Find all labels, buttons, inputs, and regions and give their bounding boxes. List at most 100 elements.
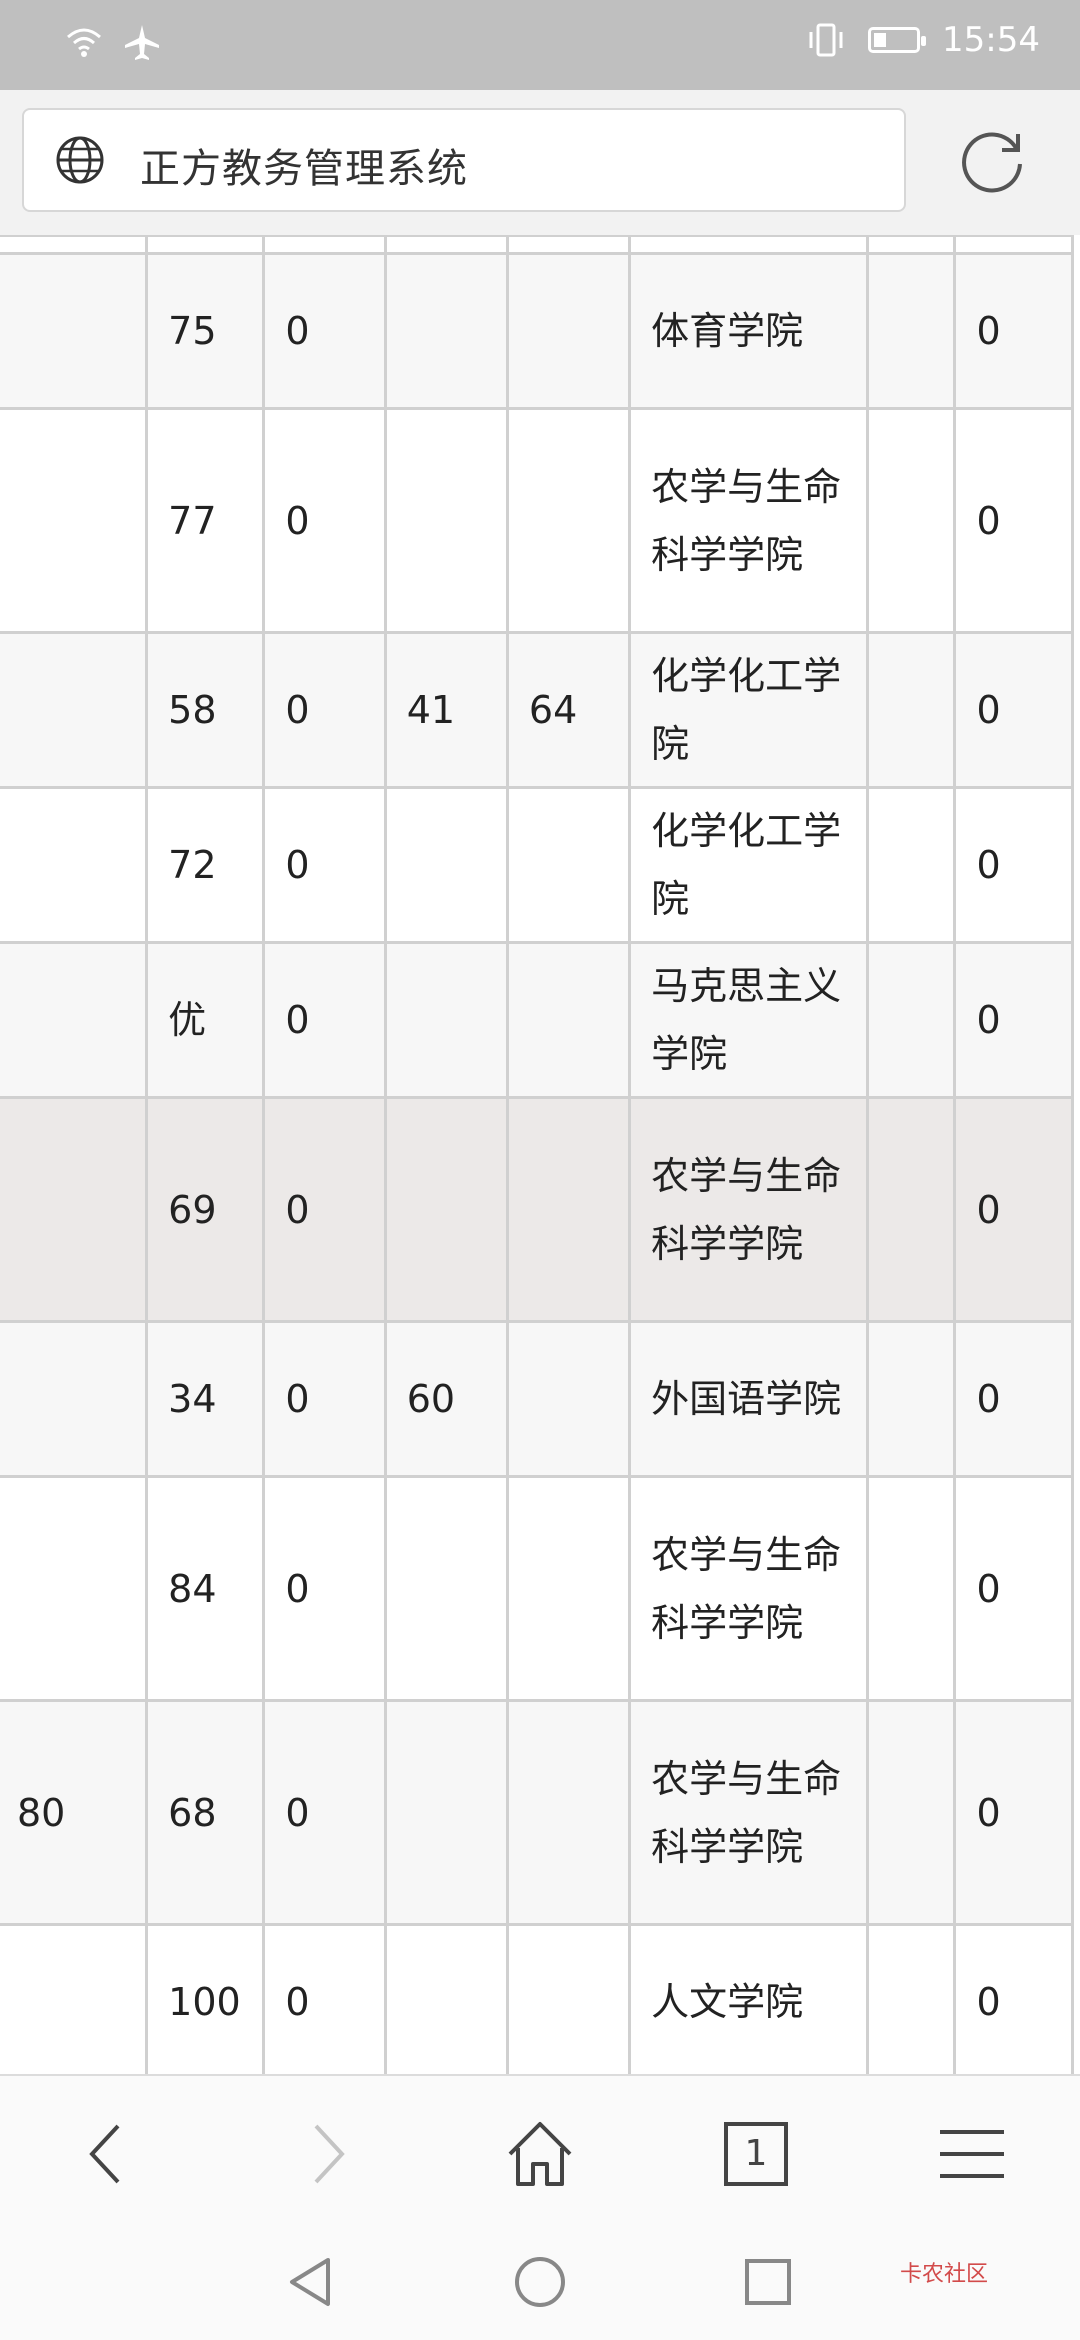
table-cell xyxy=(0,1475,149,1702)
table-cell xyxy=(505,1320,632,1478)
airplane-icon xyxy=(125,25,159,60)
score-cell: 77 xyxy=(145,407,266,634)
battery-icon xyxy=(868,27,927,53)
table-cell xyxy=(953,235,1074,255)
table-cell: 64 xyxy=(505,631,632,789)
college-cell: 农学与生命科学学院 xyxy=(628,1096,869,1323)
table-cell: 0 xyxy=(262,1096,387,1323)
table-row: 100 0 人文学院 0 xyxy=(0,1923,1074,2075)
table-cell xyxy=(628,235,869,255)
score-cell: 58 xyxy=(145,631,266,789)
table-cell xyxy=(383,1475,509,1702)
college-cell: 马克思主义学院 xyxy=(628,941,869,1099)
score-cell: 100 xyxy=(145,1923,266,2075)
college-cell: 农学与生命科学学院 xyxy=(628,1475,869,1702)
tabs-button[interactable]: 1 xyxy=(716,2114,796,2194)
table-cell xyxy=(383,1923,509,2075)
system-recents-icon[interactable] xyxy=(738,2252,798,2312)
globe-icon xyxy=(56,136,104,184)
vibrate-icon xyxy=(809,23,843,57)
table-cell xyxy=(505,235,632,255)
tab-count: 1 xyxy=(744,2133,768,2174)
table-cell xyxy=(0,252,149,410)
table-cell xyxy=(0,235,149,255)
reload-icon[interactable] xyxy=(958,126,1028,196)
table-cell: 80 xyxy=(0,1699,149,1926)
table-cell xyxy=(865,631,957,789)
wifi-icon xyxy=(67,28,101,57)
table-cell: 0 xyxy=(262,1475,387,1702)
address-bar[interactable]: 正方教务管理系统 xyxy=(22,108,906,212)
table-cell xyxy=(505,1096,632,1323)
table-cell xyxy=(865,407,957,634)
college-cell: 外国语学院 xyxy=(628,1320,869,1478)
table-cell xyxy=(145,235,266,255)
table-cell xyxy=(865,941,957,1099)
table-row: 58 0 41 64 化学化工学院 0 xyxy=(0,631,1074,789)
score-cell: 34 xyxy=(145,1320,266,1478)
college-cell: 化学化工学院 xyxy=(628,631,869,789)
table-cell: 0 xyxy=(262,252,387,410)
browser-toolbar: 正方教务管理系统 xyxy=(0,90,1080,235)
table-cell xyxy=(383,407,509,634)
page-title: 正方教务管理系统 xyxy=(140,146,468,192)
table-cell: 0 xyxy=(953,1699,1074,1926)
forward-icon[interactable] xyxy=(286,2114,366,2194)
table-cell xyxy=(505,407,632,634)
score-cell: 84 xyxy=(145,1475,266,1702)
college-cell: 农学与生命科学学院 xyxy=(628,1699,869,1926)
score-cell: 优 xyxy=(145,941,266,1099)
table-cell xyxy=(505,1699,632,1926)
grades-table-container[interactable]: 75 0 体育学院 0 77 0 农学与生命科学学院 0 58 0 41 64 … xyxy=(0,235,1080,2075)
table-cell: 0 xyxy=(262,1320,387,1478)
table-cell: 0 xyxy=(953,786,1074,944)
table-row-highlighted: 69 0 农学与生命科学学院 0 xyxy=(0,1096,1074,1323)
home-icon[interactable] xyxy=(500,2114,580,2194)
table-cell xyxy=(0,1923,149,2075)
table-cell: 60 xyxy=(383,1320,509,1478)
table-cell xyxy=(505,1923,632,2075)
table-cell xyxy=(383,235,509,255)
system-back-icon[interactable] xyxy=(280,2252,340,2312)
table-cell xyxy=(865,1320,957,1478)
table-cell xyxy=(865,1699,957,1926)
table-cell xyxy=(505,786,632,944)
table-cell xyxy=(865,1475,957,1702)
table-cell xyxy=(0,941,149,1099)
table-cell xyxy=(865,235,957,255)
table-row xyxy=(0,235,1074,255)
browser-bottom-nav: 1 xyxy=(0,2074,1080,2226)
status-bar: 15:54 xyxy=(0,0,1080,90)
status-time: 15:54 xyxy=(942,20,1040,60)
table-cell: 41 xyxy=(383,631,509,789)
back-icon[interactable] xyxy=(68,2114,148,2194)
table-cell: 0 xyxy=(953,1923,1074,2075)
score-cell: 69 xyxy=(145,1096,266,1323)
table-cell xyxy=(262,235,387,255)
menu-icon[interactable] xyxy=(932,2114,1012,2194)
table-cell xyxy=(865,786,957,944)
college-cell: 化学化工学院 xyxy=(628,786,869,944)
table-cell: 0 xyxy=(953,631,1074,789)
table-cell: 0 xyxy=(262,941,387,1099)
table-row: 72 0 化学化工学院 0 xyxy=(0,786,1074,944)
table-cell xyxy=(0,631,149,789)
table-cell xyxy=(0,786,149,944)
table-cell xyxy=(0,1320,149,1478)
table-cell xyxy=(865,252,957,410)
table-cell xyxy=(383,1699,509,1926)
table-cell: 0 xyxy=(953,252,1074,410)
grades-table: 75 0 体育学院 0 77 0 农学与生命科学学院 0 58 0 41 64 … xyxy=(0,235,1074,2075)
table-cell xyxy=(505,1475,632,1702)
table-cell xyxy=(505,252,632,410)
table-row: 84 0 农学与生命科学学院 0 xyxy=(0,1475,1074,1702)
table-cell: 0 xyxy=(262,631,387,789)
table-cell xyxy=(865,1096,957,1323)
system-home-icon[interactable] xyxy=(510,2252,570,2312)
college-cell: 人文学院 xyxy=(628,1923,869,2075)
table-cell: 0 xyxy=(262,1699,387,1926)
score-cell: 68 xyxy=(145,1699,266,1926)
college-cell: 农学与生命科学学院 xyxy=(628,407,869,634)
table-row: 80 68 0 农学与生命科学学院 0 xyxy=(0,1699,1074,1926)
table-cell: 0 xyxy=(953,407,1074,634)
